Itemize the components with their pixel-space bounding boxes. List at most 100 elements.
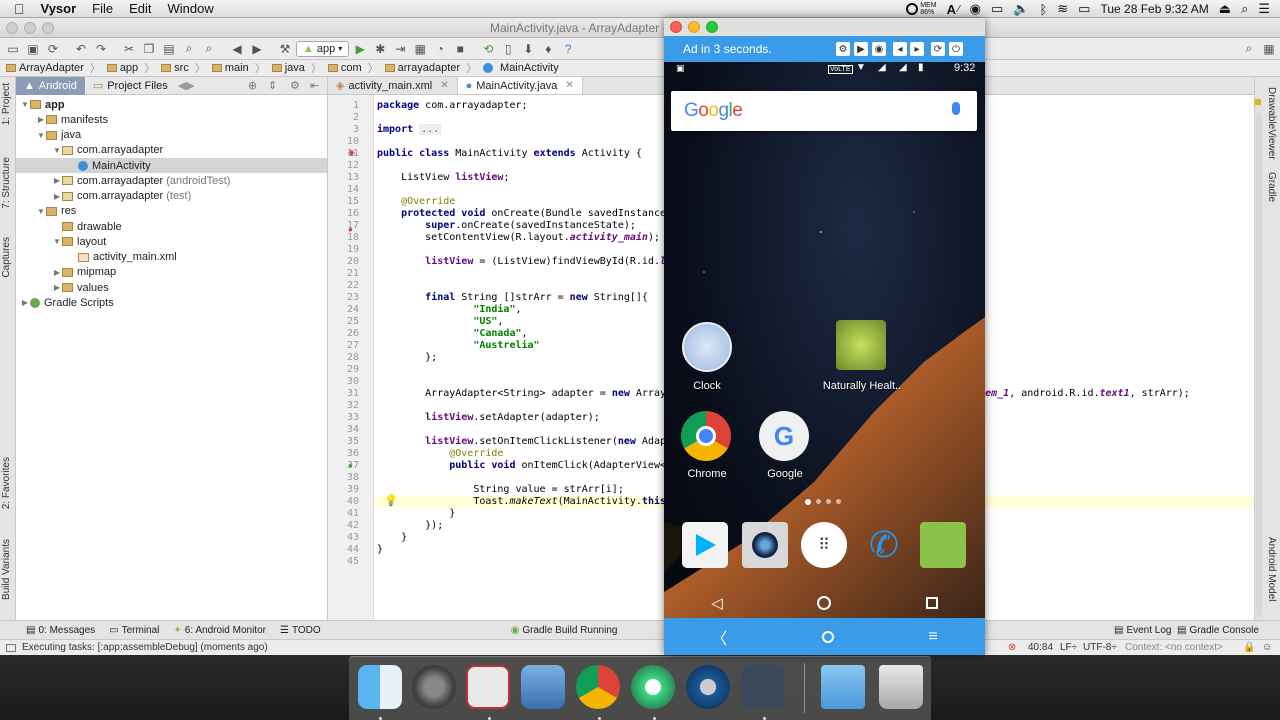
collapse-all-icon[interactable]: ⇕	[268, 79, 277, 92]
run-config-select[interactable]: ▲ app ▾	[296, 40, 350, 57]
search-everywhere-icon[interactable]: ⌕	[1240, 40, 1258, 58]
tool-tab-project[interactable]: 1: Project	[1, 83, 12, 125]
power-icon[interactable]: ⏻	[949, 42, 963, 56]
breadcrumb-item[interactable]: MainActivity	[483, 62, 559, 74]
tool-tab-terminal[interactable]: ▭ Terminal	[109, 625, 159, 636]
vysor-close-button[interactable]	[670, 21, 682, 33]
camera-app-icon[interactable]	[742, 522, 788, 568]
dock-preview-icon[interactable]	[521, 665, 565, 709]
tool-tab-messages[interactable]: ▤ 0: Messages	[26, 625, 95, 636]
back-icon[interactable]: ◀	[228, 40, 246, 58]
code-line[interactable]: final String []strArr = new String[]{	[377, 292, 648, 304]
close-icon[interactable]: ✕	[440, 80, 448, 91]
phone-recents-icon[interactable]	[925, 597, 938, 609]
code-line[interactable]: setContentView(R.layout.activity_main);	[377, 232, 660, 244]
window-zoom-button[interactable]	[42, 22, 54, 34]
display-mirroring-icon[interactable]: ▭	[991, 1, 1003, 17]
code-line[interactable]: }	[377, 532, 407, 544]
hide-panel-icon[interactable]: ⇤	[310, 79, 319, 92]
debug-icon[interactable]: ✱	[371, 40, 389, 58]
window-close-button[interactable]	[6, 22, 18, 34]
dock-downloads-folder-icon[interactable]	[821, 665, 865, 709]
code-line[interactable]: });	[377, 520, 443, 532]
cut-icon[interactable]: ✂	[120, 40, 138, 58]
editor-scrollbar[interactable]	[1256, 112, 1262, 617]
dock-quicktime-icon[interactable]	[686, 665, 730, 709]
tree-item[interactable]: drawable	[16, 219, 327, 234]
google-app-icon[interactable]: G	[759, 411, 809, 461]
code-line[interactable]: };	[377, 352, 437, 364]
dock-chrome-icon[interactable]	[576, 665, 620, 709]
code-line[interactable]: super.onCreate(savedInstanceState);	[377, 220, 636, 232]
code-line[interactable]: "Austrelia"	[377, 340, 539, 352]
tool-tab-favorites[interactable]: 2: Favorites	[1, 457, 12, 509]
breadcrumb-item[interactable]: arrayadapter 〉	[384, 60, 477, 76]
code-line[interactable]: listView.setAdapter(adapter);	[377, 412, 600, 424]
code-line[interactable]: package com.arrayadapter;	[377, 100, 528, 112]
tree-item[interactable]: ▶ com.arrayadapter (test)	[16, 189, 327, 204]
menubar-clock[interactable]: Tue 28 Feb 9:32 AM	[1100, 2, 1208, 16]
tree-item[interactable]: MainActivity	[16, 158, 327, 173]
collapsed-arrow-icon[interactable]: ▶	[20, 298, 30, 307]
settings-gear-icon[interactable]: ⚙	[290, 79, 300, 92]
window-minimize-button[interactable]	[24, 22, 36, 34]
sync-icon[interactable]: ⟳	[44, 40, 62, 58]
microphone-icon[interactable]	[952, 102, 960, 115]
dock-system-preferences-icon[interactable]	[412, 665, 456, 709]
breadcrumb-item[interactable]: app 〉	[106, 60, 155, 76]
code-line[interactable]: }	[377, 508, 455, 520]
inspector-icon[interactable]: ☺	[1262, 642, 1272, 653]
menu-app-vysor[interactable]: Vysor	[41, 1, 77, 16]
tool-tab-gradle-console[interactable]: ▤ Gradle Console	[1177, 625, 1259, 636]
breadcrumb-item[interactable]: com 〉	[327, 60, 379, 76]
code-line[interactable]: }	[377, 544, 383, 556]
tab-main-activity-java[interactable]: ● MainActivity.java ✕	[457, 77, 583, 94]
tool-tab-android-monitor[interactable]: ✦ 6: Android Monitor	[173, 625, 266, 636]
paste-icon[interactable]: ▤	[160, 40, 178, 58]
input-source-icon[interactable]: A ⁄	[947, 2, 960, 17]
find-icon[interactable]: ⌕	[180, 40, 198, 58]
code-line[interactable]: @Override	[377, 196, 455, 208]
app-drawer-icon[interactable]: ⠿	[801, 522, 847, 568]
stop-icon[interactable]: ■	[451, 40, 469, 58]
phone-screen[interactable]: ▣ VoLTE ▼ ◢ ◢ ▮ 9:32 Google Clock Natura…	[664, 62, 985, 618]
code-line[interactable]: ListView listView;	[377, 172, 509, 184]
code-line[interactable]: String value = strArr[i];	[377, 484, 624, 496]
google-search-bar[interactable]: Google	[671, 91, 977, 131]
expanded-arrow-icon[interactable]: ▼	[20, 100, 30, 109]
make-project-icon[interactable]: ⚒	[276, 40, 294, 58]
clock-app-icon[interactable]	[682, 322, 732, 372]
tab-activity-main-xml[interactable]: ◈ activity_main.xml ✕	[328, 77, 458, 94]
collapsed-arrow-icon[interactable]: ▶	[52, 268, 62, 277]
battery-icon[interactable]: ▭	[1078, 1, 1090, 17]
tool-tab-todo[interactable]: ☰ TODO	[280, 625, 321, 636]
tree-item[interactable]: ▶ values	[16, 280, 327, 295]
screenshot-camera-icon[interactable]: ◉	[872, 42, 886, 56]
record-video-icon[interactable]: ▶	[854, 42, 868, 56]
code-line[interactable]: public class MainActivity extends Activi…	[377, 148, 642, 160]
spotlight-search-icon[interactable]: ⌕	[1241, 1, 1248, 17]
lightbulb-icon[interactable]: 💡	[384, 494, 398, 507]
tree-item[interactable]: ▶ manifests	[16, 112, 327, 127]
replace-icon[interactable]: ⌕	[200, 40, 218, 58]
code-line[interactable]: "US",	[377, 316, 503, 328]
vysor-menu-icon[interactable]: ≡	[928, 628, 937, 646]
tool-tab-structure[interactable]: 7: Structure	[1, 157, 12, 209]
gradle-sync-icon[interactable]: ⟲	[479, 40, 497, 58]
layout-icon[interactable]: ▦	[1260, 40, 1278, 58]
open-folder-icon[interactable]: ▭	[4, 40, 22, 58]
code-line[interactable]: import ...	[377, 124, 442, 136]
android-device-monitor-icon[interactable]: ♦	[539, 40, 557, 58]
messages-app-icon[interactable]	[920, 522, 966, 568]
tree-item[interactable]: ▶ mipmap	[16, 265, 327, 280]
apple-menu-icon[interactable]: 	[14, 1, 25, 17]
menu-file[interactable]: File	[92, 1, 113, 16]
chrome-app-icon[interactable]	[681, 411, 731, 461]
tool-tab-build-variants[interactable]: Build Variants	[1, 539, 12, 600]
tree-item[interactable]: ▶ com.arrayadapter (androidTest)	[16, 173, 327, 188]
phone-home-icon[interactable]	[817, 596, 832, 610]
vysor-back-icon[interactable]: 〈	[711, 625, 727, 649]
tab-project-files[interactable]: ▭ Project Files	[85, 77, 176, 95]
breadcrumb-item[interactable]: java 〉	[271, 60, 322, 76]
tree-item[interactable]: ▶ Gradle Scripts	[16, 295, 327, 310]
